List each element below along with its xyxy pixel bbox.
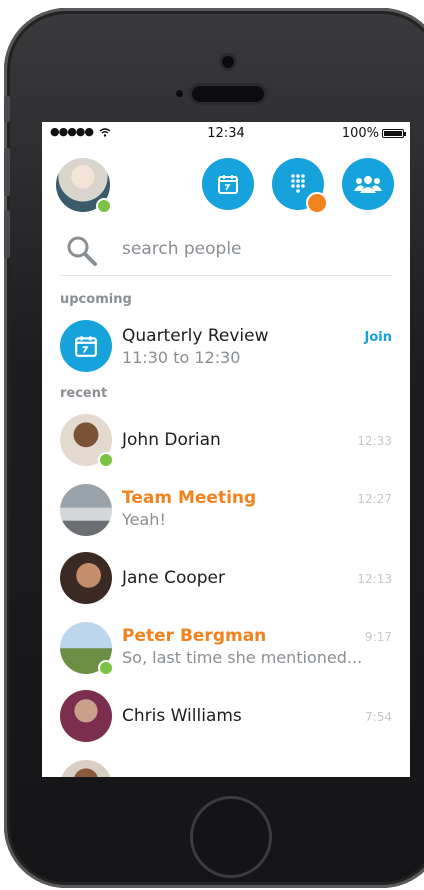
online-status-dot [98, 660, 114, 676]
app-screen: ●●●●● 12:34 100% search people upcoming … [42, 122, 410, 777]
conversation-row[interactable]: Jane Cooper 12:13 [42, 546, 410, 610]
search-input[interactable] [122, 239, 382, 259]
contacts-button[interactable] [342, 158, 394, 210]
avatar [60, 690, 112, 742]
status-bar: ●●●●● 12:34 100% [42, 122, 410, 144]
silent-switch [4, 96, 10, 122]
conversation-row[interactable] [42, 754, 410, 777]
dialpad-button[interactable] [272, 158, 328, 214]
join-button[interactable]: Join [365, 330, 392, 345]
proximity-sensor [176, 90, 183, 97]
contact-name: Chris Williams [122, 706, 242, 726]
conversation-time: 12:13 [357, 572, 392, 586]
conversation-time: 12:33 [357, 434, 392, 448]
avatar [60, 622, 114, 676]
conversation-row[interactable]: Chris Williams 7:54 [42, 684, 410, 748]
contact-name: John Dorian [122, 430, 221, 450]
battery-icon [382, 129, 406, 138]
battery-fill [384, 131, 402, 136]
avatar [60, 414, 114, 468]
conversation-time: 7:54 [365, 710, 392, 724]
meeting-avatar [60, 320, 112, 372]
upcoming-header: upcoming [60, 292, 132, 307]
meeting-title: Quarterly Review [122, 326, 269, 346]
dialpad-icon [291, 174, 305, 193]
recent-header: recent [60, 386, 108, 401]
contact-name: Jane Cooper [122, 568, 225, 588]
contact-name: Team Meeting [122, 488, 257, 508]
conversation-row[interactable]: Team Meeting Yeah! 12:27 [42, 478, 410, 542]
search-bar [60, 227, 392, 276]
last-message: Yeah! [122, 510, 166, 529]
calendar-icon [75, 336, 97, 357]
meeting-time: 11:30 to 12:30 [122, 348, 241, 367]
contact-name: Peter Bergman [122, 626, 267, 646]
volume-down-button [4, 210, 10, 258]
front-camera [222, 56, 234, 68]
avatar [60, 484, 112, 536]
battery-percent: 100% [341, 126, 379, 141]
conversation-time: 9:17 [365, 630, 392, 644]
conversation-row[interactable]: John Dorian 12:33 [42, 408, 410, 472]
last-message: So, last time she mentioned... [122, 648, 363, 667]
calendar-icon [218, 175, 238, 194]
search-icon [67, 236, 97, 266]
avatar [60, 760, 112, 777]
online-status-dot [96, 198, 112, 214]
home-button[interactable] [190, 796, 272, 878]
conversation-row[interactable]: Peter Bergman So, last time she mentione… [42, 616, 410, 680]
avatar [60, 552, 112, 604]
earpiece-speaker [192, 86, 264, 102]
battery-status: 100% [341, 126, 406, 141]
upcoming-meeting-row[interactable]: Quarterly Review 11:30 to 12:30 Join [42, 314, 410, 378]
schedule-meeting-button[interactable] [202, 158, 254, 210]
contacts-icon [354, 176, 382, 193]
conversation-time: 12:27 [357, 492, 392, 506]
top-bar [42, 150, 410, 220]
volume-up-button [4, 148, 10, 196]
notification-badge [306, 192, 328, 214]
online-status-dot [98, 452, 114, 468]
my-avatar[interactable] [56, 158, 112, 214]
